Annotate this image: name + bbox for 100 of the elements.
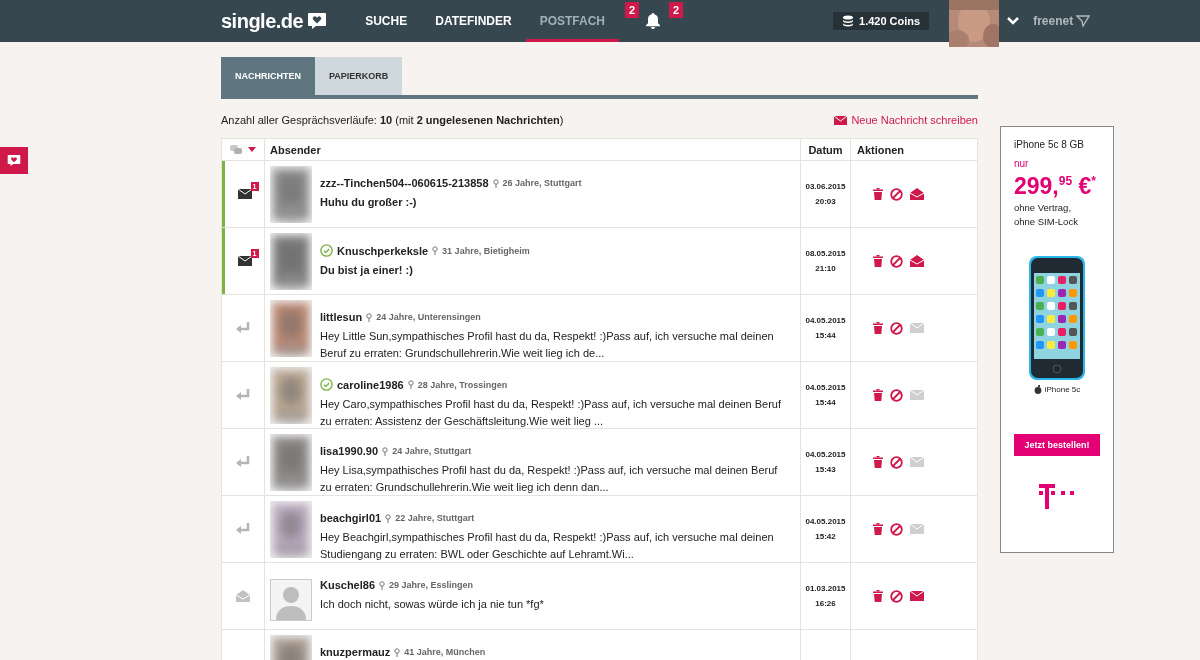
heart-bubble-icon xyxy=(7,154,21,167)
trash-icon[interactable] xyxy=(873,188,883,200)
logo[interactable]: single.de xyxy=(221,9,304,33)
location-pin-icon xyxy=(492,178,499,188)
trash-icon[interactable] xyxy=(873,456,883,468)
nav-tab[interactable]: POSTFACH xyxy=(525,0,619,42)
location-pin-icon xyxy=(432,246,439,255)
apple-icon xyxy=(1033,385,1042,394)
block-icon[interactable] xyxy=(890,254,903,268)
heart-bubble-icon xyxy=(307,12,328,30)
sender-name[interactable]: zzz--Tinchen504--060615-213858 xyxy=(320,177,489,189)
age-location-text: 22 Jahre, Stuttgart xyxy=(395,513,475,523)
trash-icon[interactable] xyxy=(873,255,883,267)
message-date: 04.05.2015 xyxy=(805,383,846,392)
nav-tab[interactable]: SUCHE xyxy=(351,0,422,42)
message-time: 20:03 xyxy=(815,197,836,206)
price: 299,$^{95}$ €$^{*}$ xyxy=(1014,172,1097,198)
message-time: 21:10 xyxy=(815,264,836,273)
location-pin-icon xyxy=(379,580,386,590)
message-date: 08.05.2015 xyxy=(805,249,846,258)
reply-arrow-icon xyxy=(236,456,250,468)
sender-name[interactable]: Kuschel86 xyxy=(320,579,376,591)
coins-button[interactable]: 1.420 Coins xyxy=(833,12,930,30)
open-envelope-icon xyxy=(236,590,250,602)
price-prefix: nur xyxy=(1014,158,1030,169)
count-badge: 2 xyxy=(624,2,639,18)
tab[interactable]: NACHRICHTEN xyxy=(221,57,315,95)
reply-arrow-icon xyxy=(236,389,250,401)
message-preview[interactable]: Hey Little Sun,sympathisches Profil hast du da, Respekt! :)Pass auf, ich versuche mal deinen Beruf zu erraten: Grundschullehrerin.Wie weit lieg ich de... xyxy=(320,328,790,362)
coins-icon xyxy=(842,15,854,27)
sender-name[interactable]: Knuschperkeksle xyxy=(337,244,429,257)
trash-icon[interactable] xyxy=(873,322,883,334)
ad-terms: ohne Vertrag, ohne SIM-Lock xyxy=(1014,201,1079,229)
message-time: 15:42 xyxy=(815,532,836,541)
message-preview[interactable]: Ich doch nicht, sowas würde ich ja nie tun *fg* xyxy=(320,596,544,613)
column-header: Datum xyxy=(808,143,843,156)
message-date: 03.06.2015 xyxy=(805,182,846,191)
trash-icon[interactable] xyxy=(873,590,883,602)
column-header: Absender xyxy=(270,143,321,156)
age-location-text: 28 Jahre, Trossingen xyxy=(417,379,508,390)
message-time: 15:43 xyxy=(815,465,836,474)
age-location-text: 26 Jahre, Stuttgart xyxy=(502,178,582,188)
chevron-down-icon[interactable] xyxy=(1007,17,1020,25)
heart-button[interactable] xyxy=(0,147,28,174)
message-preview[interactable]: Huhu du großer :-) xyxy=(320,194,582,211)
envelope-icon xyxy=(834,115,848,125)
trash-icon[interactable] xyxy=(873,389,883,401)
ad-title: iPhone 5c 8 GB xyxy=(1014,139,1086,150)
chat-bubbles-icon xyxy=(230,144,242,155)
location-pin-icon xyxy=(382,446,389,456)
age-location-text: 24 Jahre, Unterensingen xyxy=(376,312,481,322)
trash-icon[interactable] xyxy=(873,523,883,535)
bell-icon[interactable] xyxy=(645,12,661,30)
message-date: 01.03.2015 xyxy=(805,584,846,593)
age-location-text: 31 Jahre, Bietigheim xyxy=(442,245,530,256)
message-date: 04.05.2015 xyxy=(805,316,846,325)
block-icon[interactable] xyxy=(890,455,903,469)
location-pin-icon xyxy=(394,647,401,657)
location-pin-icon xyxy=(407,380,414,389)
partner-link[interactable]: freenet xyxy=(1033,14,1074,28)
envelope-icon xyxy=(237,189,252,199)
envelope-icon xyxy=(237,256,252,266)
age-location-text: 41 Jahre, München xyxy=(404,647,486,657)
message-time: 16:26 xyxy=(815,599,836,608)
block-icon[interactable] xyxy=(890,589,903,603)
location-pin-icon xyxy=(385,513,392,523)
nav-tab[interactable]: DATEFINDER xyxy=(421,0,526,42)
message-preview[interactable]: Du bist ja einer! :) xyxy=(320,262,530,279)
message-time: 15:44 xyxy=(815,331,836,340)
message-preview[interactable]: Hey Lisa,sympathisches Profil hast du da, Respekt! :)Pass auf, ich versuche mal deinen Beruf zu erraten: Grundschullehrerin.Wie weit lieg ich denn dan... xyxy=(320,462,790,496)
sender-name[interactable]: lisa1990.90 xyxy=(320,445,379,457)
conversation-count-text: Anzahl aller Gesprächsverläufe: 10 (mit 2 ungelesenen Nachrichten) xyxy=(221,114,564,126)
sender-name[interactable]: beachgirl01 xyxy=(320,512,382,524)
block-icon[interactable] xyxy=(890,522,903,536)
sender-name[interactable]: knuzpermauz xyxy=(320,646,391,658)
sender-name[interactable]: caroline1986 xyxy=(337,378,404,391)
count-badge: 2 xyxy=(668,2,683,18)
message-date: 04.05.2015 xyxy=(805,450,846,459)
telekom-logo-icon xyxy=(1039,484,1075,509)
message-preview[interactable]: Hey Caro,sympathisches Profil hast du da, Respekt! :)Pass auf, ich versuche mal deinen Beruf zu erraten: Assistenz der Geschäftsleitung.Wie weit lieg ... xyxy=(320,396,790,430)
message-time: 15:44 xyxy=(815,398,836,407)
tab[interactable]: PAPIERKORB xyxy=(315,57,403,95)
caret-down-icon[interactable] xyxy=(248,147,256,152)
block-icon[interactable] xyxy=(890,187,903,201)
age-location-text: 29 Jahre, Esslingen xyxy=(389,580,474,590)
message-date: 04.05.2015 xyxy=(805,517,846,526)
product-logo: iPhone 5c xyxy=(1044,385,1081,394)
open-envelope-icon[interactable] xyxy=(910,188,924,200)
sender-name[interactable]: littlesun xyxy=(320,311,363,323)
location-pin-icon xyxy=(366,312,373,322)
age-location-text: 24 Jahre, Stuttgart xyxy=(392,446,472,456)
column-header: Aktionen xyxy=(857,143,905,156)
new-message-link[interactable]: Neue Nachricht schreiben xyxy=(834,114,978,126)
open-envelope-icon[interactable] xyxy=(910,255,924,267)
order-button[interactable]: Jetzt bestellen! xyxy=(1014,434,1100,456)
block-icon[interactable] xyxy=(890,321,903,335)
block-icon[interactable] xyxy=(890,388,903,402)
message-preview[interactable]: Hey Beachgirl,sympathisches Profil hast du da, Respekt! :)Pass auf, ich versuche mal deinen Studiengang zu erraten: BWL oder Geschichte auf Lehramt.Wi... xyxy=(320,529,790,563)
envelope-icon[interactable] xyxy=(910,591,924,601)
ad-banner[interactable]: iPhone 5c 8 GB nur 299,$^{95}$ €$^{*}$ ohne Vertrag, ohne SIM-Lock iPhone 5c Jetzt bestellen! xyxy=(1000,126,1114,553)
